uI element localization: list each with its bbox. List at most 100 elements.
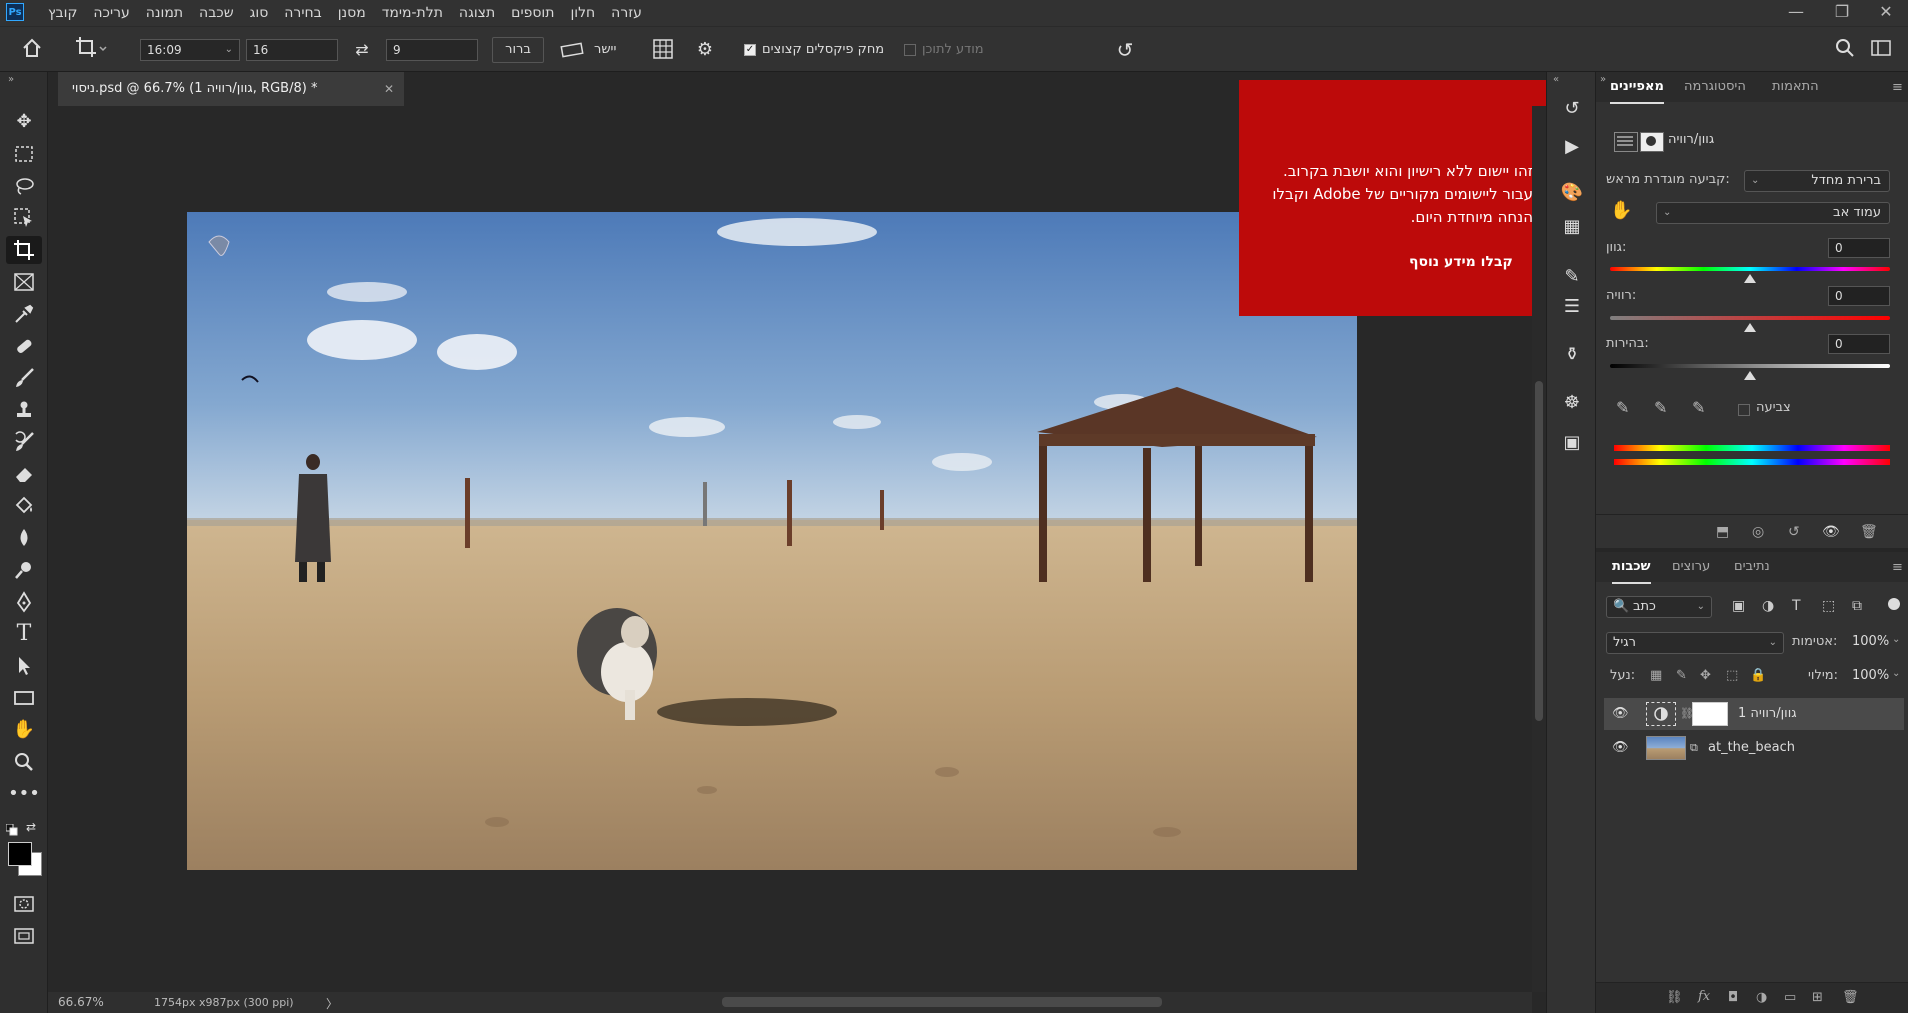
layer-name[interactable]: at_the_beach bbox=[1708, 732, 1795, 764]
home-icon[interactable] bbox=[20, 37, 44, 61]
height-input[interactable]: 9 bbox=[386, 39, 478, 61]
swatches-grid-icon[interactable]: ▦ bbox=[1557, 212, 1587, 242]
ratio-select[interactable]: 16:09 ⌄ bbox=[140, 39, 240, 61]
eyedropper-icon[interactable]: ✎ bbox=[1616, 398, 1629, 417]
preset-select[interactable]: ברירת מחדל ⌄ bbox=[1744, 170, 1890, 192]
menu-select[interactable]: בחירה bbox=[276, 0, 329, 26]
opacity-chevron-icon[interactable]: ⌄ bbox=[1892, 634, 1900, 645]
collapse-right-icon[interactable]: » bbox=[1600, 74, 1606, 85]
default-colors-icon[interactable] bbox=[5, 823, 18, 836]
brushes-icon[interactable]: ✎ bbox=[1557, 262, 1587, 292]
vertical-scrollbar[interactable] bbox=[1532, 106, 1546, 992]
filter-toggle-icon[interactable] bbox=[1888, 598, 1900, 610]
history-panel-icon[interactable]: ↺ bbox=[1557, 94, 1587, 124]
screen-mode-icon[interactable] bbox=[6, 922, 42, 950]
document-image[interactable] bbox=[187, 212, 1357, 870]
add-mask-icon[interactable]: ◘ bbox=[1728, 990, 1738, 1005]
layer-row[interactable]: 👁 ⛓ גוון/רוויה 1 bbox=[1604, 698, 1904, 730]
document-info[interactable]: 1754px x987px (300 ppi) bbox=[154, 996, 294, 1009]
crop-tool-preset-icon[interactable] bbox=[74, 35, 108, 61]
tab-layers[interactable]: שכבות bbox=[1612, 552, 1651, 584]
targeted-adjustment-hand-icon[interactable]: ✋ bbox=[1610, 200, 1632, 221]
layer-style-fx-icon[interactable]: fx bbox=[1698, 989, 1710, 1004]
stamp-tool-icon[interactable] bbox=[6, 396, 42, 424]
layer-visibility-icon[interactable]: 👁 bbox=[1612, 698, 1629, 730]
brush-tool-icon[interactable] bbox=[6, 364, 42, 392]
more-tools-icon[interactable]: ••• bbox=[6, 780, 42, 808]
lightness-slider-thumb[interactable] bbox=[1744, 371, 1756, 380]
close-window-button[interactable]: ✕ bbox=[1866, 0, 1906, 26]
layers-panel-menu-icon[interactable]: ≡ bbox=[1892, 560, 1903, 575]
zoom-level[interactable]: 66.67% bbox=[58, 995, 104, 1009]
actions-play-icon[interactable]: ▶ bbox=[1557, 132, 1587, 162]
navigator-icon[interactable]: ☸ bbox=[1557, 388, 1587, 418]
swap-colors-icon[interactable]: ⇄ bbox=[26, 820, 36, 834]
layer-name[interactable]: גוון/רוויה 1 bbox=[1738, 698, 1797, 730]
filter-shape-icon[interactable]: ⬚ bbox=[1822, 598, 1835, 614]
history-brush-tool-icon[interactable] bbox=[6, 428, 42, 456]
blend-mode-select[interactable]: רגיל ⌄ bbox=[1606, 632, 1784, 654]
zoom-tool-icon[interactable] bbox=[6, 748, 42, 776]
lock-transparent-icon[interactable]: ▦ bbox=[1650, 668, 1662, 683]
filter-smart-object-icon[interactable]: ⧉ bbox=[1852, 598, 1862, 614]
healing-brush-tool-icon[interactable] bbox=[6, 332, 42, 360]
tab-histogram[interactable]: היסטוגרמה bbox=[1684, 72, 1746, 102]
tab-properties[interactable]: מאפיינים bbox=[1610, 72, 1664, 104]
saturation-input[interactable]: 0 bbox=[1828, 286, 1890, 306]
reset-adjustment-icon[interactable]: ↺ bbox=[1788, 524, 1800, 540]
width-input[interactable]: 16 bbox=[246, 39, 338, 61]
eyedropper-minus-icon[interactable]: ✎ bbox=[1692, 398, 1705, 417]
channel-select[interactable]: עמוד אב ⌄ bbox=[1656, 202, 1890, 224]
lightness-input[interactable]: 0 bbox=[1828, 334, 1890, 354]
delete-layer-icon[interactable]: 🗑 bbox=[1842, 990, 1859, 1005]
colorize-checkbox[interactable] bbox=[1738, 404, 1750, 416]
hand-tool-icon[interactable]: ✋ bbox=[6, 716, 42, 744]
lasso-tool-icon[interactable] bbox=[6, 172, 42, 200]
tab-paths[interactable]: נתיבים bbox=[1734, 552, 1770, 582]
new-layer-icon[interactable]: ⊞ bbox=[1812, 990, 1823, 1005]
quick-mask-icon[interactable] bbox=[6, 890, 42, 918]
pen-tool-icon[interactable] bbox=[6, 588, 42, 616]
restore-button[interactable]: ❐ bbox=[1822, 0, 1862, 26]
hue-slider-thumb[interactable] bbox=[1744, 274, 1756, 283]
collapse-icon[interactable]: » bbox=[8, 74, 14, 85]
menu-layer[interactable]: שכבה bbox=[191, 0, 242, 26]
straighten-label[interactable]: יישר bbox=[594, 39, 616, 61]
brush-settings-icon[interactable]: ☰ bbox=[1557, 292, 1587, 322]
panel-menu-icon[interactable]: ≡ bbox=[1892, 80, 1903, 95]
visibility-toggle-icon[interactable]: 👁 bbox=[1822, 524, 1840, 540]
fill-chevron-icon[interactable]: ⌄ bbox=[1892, 668, 1900, 679]
eyedropper-plus-icon[interactable]: ✎ bbox=[1654, 398, 1667, 417]
layer-visibility-icon[interactable]: 👁 bbox=[1612, 732, 1629, 764]
settings-gear-icon[interactable]: ⚙ bbox=[692, 37, 718, 63]
layer-mask-thumbnail[interactable] bbox=[1692, 702, 1728, 726]
tab-adjustments[interactable]: התאמות bbox=[1772, 72, 1819, 102]
minimize-button[interactable]: — bbox=[1776, 0, 1816, 26]
menu-filter[interactable]: מסנן bbox=[330, 0, 374, 26]
document-tab[interactable]: ניסוי.psd @ 66.7% (גוון/רוויה 1, RGB/8) … bbox=[58, 72, 404, 106]
menu-plugins[interactable]: תוספים bbox=[503, 0, 562, 26]
fill-input[interactable]: 100% bbox=[1852, 668, 1889, 683]
layer-filter-kind-select[interactable]: 🔍 כתב ⌄ bbox=[1606, 596, 1712, 618]
rectangle-tool-icon[interactable] bbox=[6, 684, 42, 712]
libraries-icon[interactable]: ▣ bbox=[1557, 428, 1587, 458]
vertical-scrollbar-thumb[interactable] bbox=[1535, 381, 1543, 721]
path-selection-tool-icon[interactable] bbox=[6, 652, 42, 680]
hue-slider-track[interactable] bbox=[1610, 267, 1890, 271]
layer-row[interactable]: 👁 ⧉ at_the_beach bbox=[1604, 732, 1904, 764]
horizontal-scrollbar-thumb[interactable] bbox=[722, 997, 1162, 1007]
collapse-panels-icon[interactable]: « bbox=[1553, 74, 1559, 85]
lightness-slider-track[interactable] bbox=[1610, 364, 1890, 368]
dodge-tool-icon[interactable] bbox=[6, 556, 42, 584]
menu-edit[interactable]: עריכה bbox=[85, 0, 137, 26]
lock-all-icon[interactable]: 🔒 bbox=[1750, 668, 1766, 683]
frame-tool-icon[interactable] bbox=[6, 268, 42, 296]
clip-to-layer-icon[interactable]: ⬒ bbox=[1716, 524, 1729, 540]
blur-tool-icon[interactable] bbox=[6, 524, 42, 552]
tab-channels[interactable]: ערוצים bbox=[1672, 552, 1710, 582]
straighten-icon[interactable] bbox=[560, 39, 584, 61]
menu-3d[interactable]: תלת-מימד bbox=[374, 0, 451, 26]
menu-image[interactable]: תמונה bbox=[138, 0, 191, 26]
hue-input[interactable]: 0 bbox=[1828, 238, 1890, 258]
saturation-slider-track[interactable] bbox=[1610, 316, 1890, 320]
